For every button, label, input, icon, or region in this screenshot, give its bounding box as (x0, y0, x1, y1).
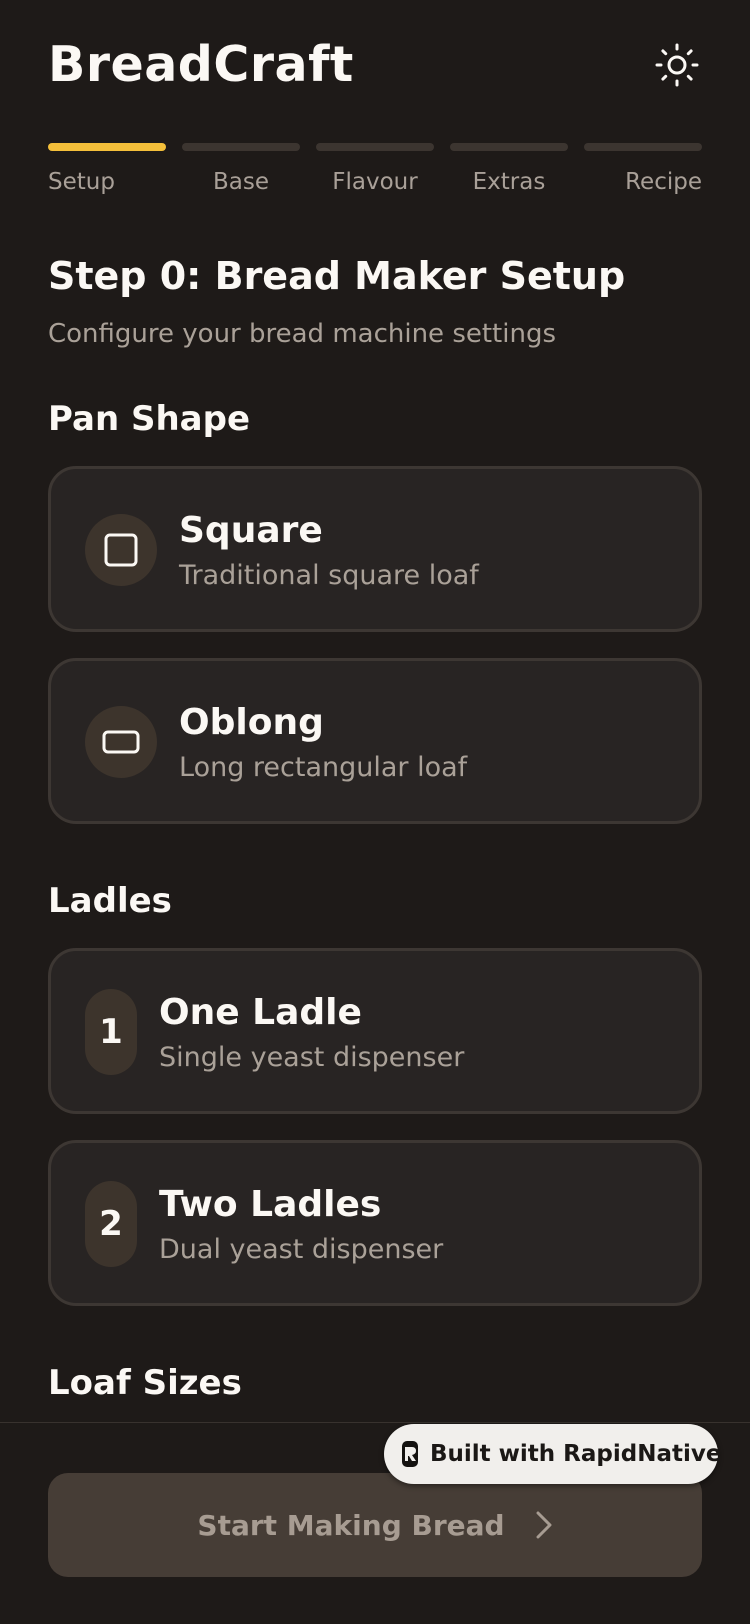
option-text: Oblong Long rectangular loaf (179, 699, 467, 787)
page-title: Step 0: Bread Maker Setup (48, 254, 626, 298)
option-icon-badge (85, 706, 157, 778)
rapidnative-logo-icon (402, 1441, 418, 1467)
section-title-loaf-sizes: Loaf Sizes (48, 1363, 242, 1403)
step-setup[interactable]: Setup (48, 143, 166, 203)
step-label: Recipe (625, 169, 702, 195)
step-recipe[interactable]: Recipe (584, 143, 702, 203)
section-title-pan-shape: Pan Shape (48, 399, 251, 439)
ladle-count-badge: 1 (85, 989, 137, 1075)
progress-stepper: Setup Base Flavour Extras Recipe (48, 143, 702, 203)
step-progress-bar (450, 143, 568, 151)
step-label: Setup (48, 169, 115, 195)
start-making-bread-button[interactable]: Start Making Bread (48, 1473, 702, 1577)
option-title: Two Ladles (159, 1184, 382, 1225)
step-base[interactable]: Base (182, 143, 300, 203)
option-text: One Ladle Single yeast dispenser (159, 989, 464, 1077)
option-text: Square Traditional square loaf (179, 507, 479, 595)
theme-toggle-button[interactable] (652, 40, 702, 90)
option-subtitle: Single yeast dispenser (159, 1042, 465, 1073)
option-card-one-ladle[interactable]: 1 One Ladle Single yeast dispenser (48, 948, 702, 1114)
option-card-two-ladles[interactable]: 2 Two Ladles Dual yeast dispenser (48, 1140, 702, 1306)
option-subtitle: Traditional square loaf (179, 560, 479, 591)
setup-content[interactable]: Step 0: Bread Maker Setup Configure your… (48, 250, 702, 1423)
button-label: Start Making Bread (197, 1508, 505, 1542)
step-progress-bar (316, 143, 434, 151)
page-subtitle: Configure your bread machine settings (48, 319, 557, 349)
option-title: Square (179, 510, 323, 551)
step-progress-bar (584, 143, 702, 151)
step-label: Extras (472, 169, 546, 195)
step-extras[interactable]: Extras (450, 143, 568, 203)
app-title: BreadCraft (48, 36, 354, 93)
step-progress-bar (48, 143, 166, 151)
option-card-oblong[interactable]: Oblong Long rectangular loaf (48, 658, 702, 824)
section-title-ladles: Ladles (48, 881, 172, 921)
step-label: Flavour (332, 169, 418, 195)
option-icon-badge (85, 514, 157, 586)
square-icon (104, 533, 138, 567)
built-with-badge[interactable]: Built with RapidNative (384, 1424, 722, 1484)
step-label: Base (212, 169, 269, 195)
option-text: Two Ladles Dual yeast dispenser (159, 1181, 443, 1269)
badge-label: Built with RapidNative (430, 1441, 722, 1467)
step-flavour[interactable]: Flavour (316, 143, 434, 203)
chevron-right-icon (536, 1511, 552, 1539)
app-screen: BreadCraft Setup Base Flavour Extras Rec… (0, 0, 750, 1624)
sun-icon (655, 43, 699, 87)
rectangle-icon (102, 730, 140, 754)
header: BreadCraft (48, 30, 702, 100)
option-subtitle: Dual yeast dispenser (159, 1234, 444, 1265)
step-progress-bar (182, 143, 300, 151)
option-title: Oblong (179, 702, 324, 743)
option-card-square[interactable]: Square Traditional square loaf (48, 466, 702, 632)
option-subtitle: Long rectangular loaf (179, 752, 468, 783)
ladle-count-badge: 2 (85, 1181, 137, 1267)
option-title: One Ladle (159, 992, 362, 1033)
